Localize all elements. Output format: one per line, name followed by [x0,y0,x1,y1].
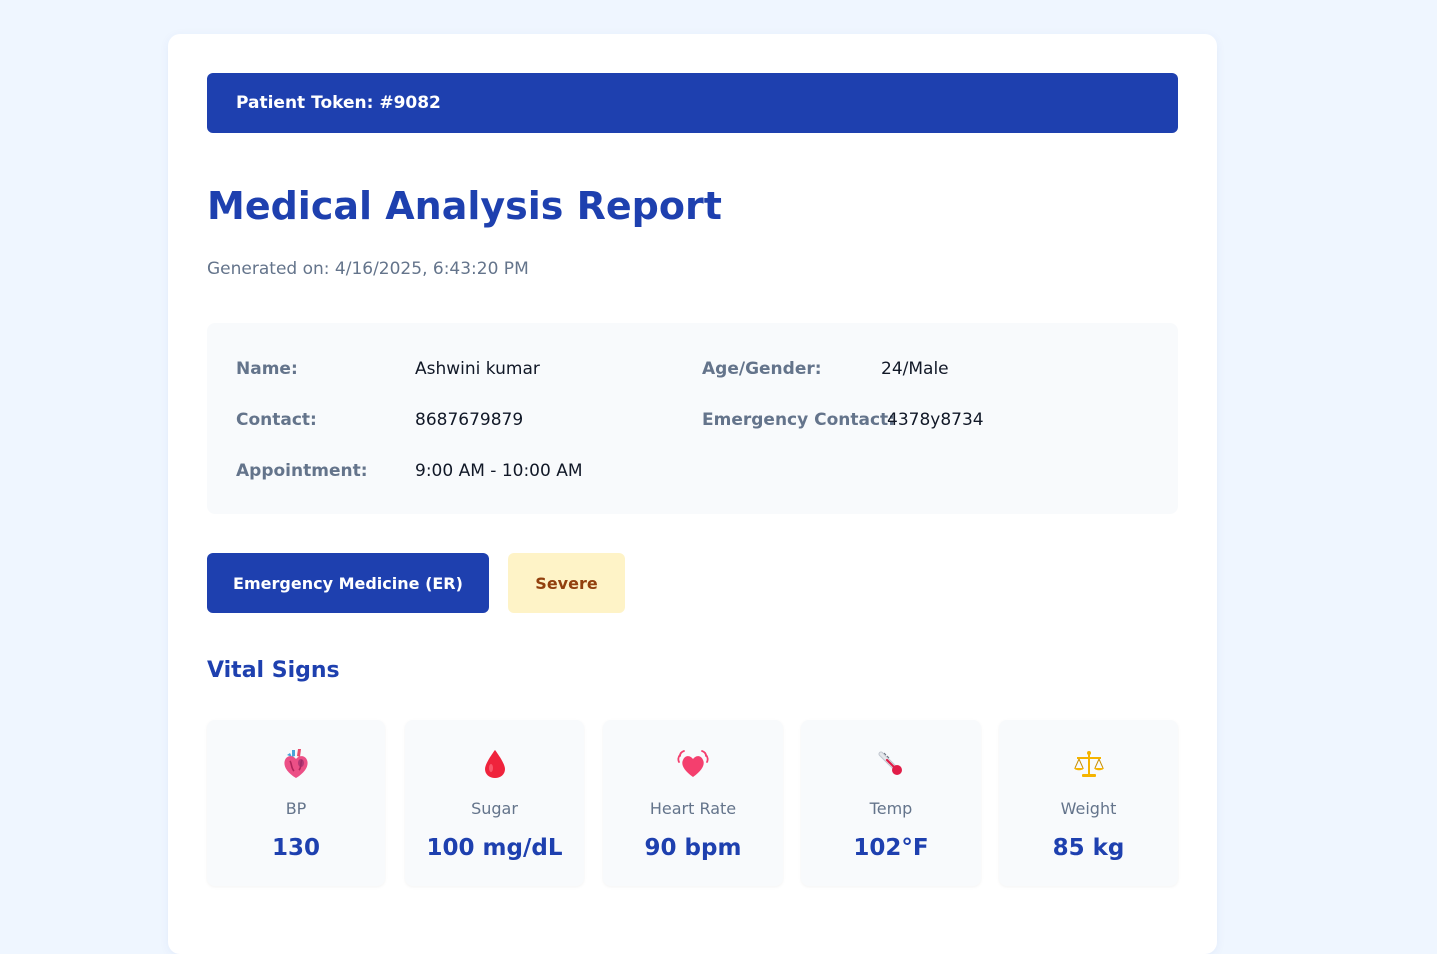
generated-timestamp: Generated on: 4/16/2025, 6:43:20 PM [207,259,529,279]
vital-value-sugar: 100 mg/dL [426,835,563,861]
department-button[interactable]: Emergency Medicine (ER) [207,553,489,613]
vital-value-temp: 102°F [853,835,929,861]
vital-label-bp: BP [285,799,307,818]
vital-value-heart-rate: 90 bpm [644,835,742,861]
report-title: Medical Analysis Report [207,184,722,228]
vital-value-weight: 85 kg [1052,835,1125,861]
vital-label-heart-rate: Heart Rate [649,799,737,818]
blood-drop-icon [405,747,584,781]
appointment-label: Appointment: [236,461,368,481]
vital-value-bp: 130 [271,835,320,861]
patient-info-panel: Name: Ashwini kumar Age/Gender: 24/Male … [207,323,1178,514]
vital-label-sugar: Sugar [471,799,518,818]
patient-token-label: Patient Token: #9082 [236,93,441,113]
thermometer-icon [801,747,981,781]
anatomical-heart-icon [207,747,385,781]
vital-signs-heading: Vital Signs [207,658,340,683]
vital-label-weight: Weight [1060,799,1117,818]
patient-age-gender: 24/Male [881,359,949,379]
vital-card-weight: Weight 85 kg [999,720,1178,886]
emergency-contact-label: Emergency Contact: [702,410,895,430]
vital-card-bp: BP 130 [207,720,385,886]
patient-contact: 8687679879 [415,410,524,430]
patient-appointment: 9:00 AM - 10:00 AM [415,461,583,481]
balance-scale-icon [999,747,1178,781]
vital-label-temp: Temp [869,799,913,818]
patient-emergency-contact: 4378y8734 [887,410,984,430]
severity-badge: Severe [508,553,625,613]
vital-card-sugar: Sugar 100 mg/dL [405,720,584,886]
beating-heart-icon [603,747,783,781]
vital-card-heart-rate: Heart Rate 90 bpm [603,720,783,886]
vital-card-temp: Temp 102°F [801,720,981,886]
contact-label: Contact: [236,410,317,430]
age-gender-label: Age/Gender: [702,359,822,379]
report-card: Patient Token: #9082 Medical Analysis Re… [168,34,1217,954]
patient-name: Ashwini kumar [415,359,540,379]
patient-token-banner: Patient Token: #9082 [207,73,1178,133]
name-label: Name: [236,359,298,379]
